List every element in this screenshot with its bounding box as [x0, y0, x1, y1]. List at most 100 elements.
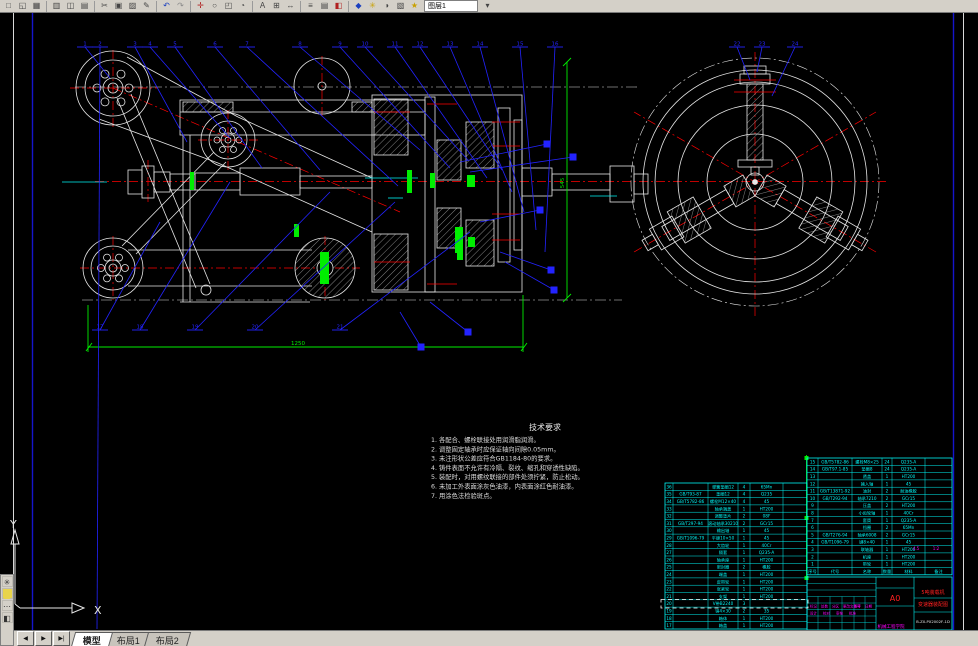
balloon-number[interactable]: 2 — [98, 42, 102, 48]
bom-cell[interactable]: 挡圈 — [863, 524, 871, 531]
bom-cell[interactable]: 25 — [666, 565, 672, 570]
bom-cell[interactable]: 压盖 — [863, 502, 871, 509]
bom-cell[interactable]: 08F — [763, 514, 771, 519]
balloon-number[interactable]: 15 — [517, 42, 524, 48]
bom-cell[interactable]: 7 — [811, 518, 814, 523]
balloon-number[interactable]: 19 — [192, 325, 199, 331]
star-icon[interactable]: ★ — [408, 1, 421, 12]
balloon-marker[interactable] — [569, 153, 577, 161]
half-shade-icon[interactable]: ◧ — [1, 612, 13, 623]
bom-cell[interactable]: 键8×40 — [859, 539, 875, 546]
bom-cell[interactable]: 2 — [886, 496, 889, 501]
bom-cell[interactable]: HT200 — [760, 594, 774, 599]
bom-cell[interactable]: 备注 — [934, 568, 943, 575]
dimension-icon[interactable]: ↔ — [284, 1, 297, 12]
bom-cell[interactable]: 3 — [743, 601, 746, 606]
bom-cell[interactable]: 45 — [906, 540, 912, 545]
bom-cell[interactable]: 2 — [886, 503, 889, 508]
bom-cell[interactable]: 箱体 — [719, 615, 728, 622]
layer-combo[interactable]: 图层1 — [424, 0, 478, 12]
bom-cell[interactable]: 26 — [666, 557, 672, 562]
bom-cell[interactable]: 28 — [666, 543, 672, 548]
gradient-swatch-icon[interactable]: ▆ — [1, 588, 13, 599]
bom-cell[interactable]: V带B2240 — [713, 601, 734, 607]
cut-icon[interactable]: ✂ — [98, 1, 111, 12]
bom-cell[interactable]: HT200 — [902, 474, 916, 479]
bom-cell[interactable]: 油封 — [863, 488, 871, 495]
bom-cell[interactable]: 1 — [743, 550, 746, 555]
bom-cell[interactable]: 1 — [886, 481, 889, 486]
bom-cell[interactable]: 垫圈8 — [861, 466, 872, 473]
balloon-number[interactable]: 22 — [734, 42, 741, 48]
bom-cell[interactable]: 13 — [810, 474, 816, 479]
bom-cell[interactable]: 12 — [810, 481, 816, 486]
bom-cell[interactable]: 1 — [886, 554, 889, 559]
publish-icon[interactable]: ▤ — [78, 1, 91, 12]
bom-cell[interactable]: 2 — [743, 521, 746, 526]
bom-cell[interactable]: 2 — [886, 532, 889, 537]
bom-cell[interactable]: HT200 — [902, 503, 916, 508]
bom-cell[interactable]: HT200 — [760, 616, 774, 621]
bom-cell[interactable]: 小齿轮轴 — [859, 510, 876, 517]
zoom-realtime-icon[interactable]: ○ — [208, 1, 221, 12]
bom-cell[interactable]: 1 — [743, 557, 746, 562]
tab-nav-button-1[interactable]: ▶ — [35, 631, 52, 646]
bom-cell[interactable]: 1 — [811, 562, 814, 567]
bom-cell[interactable]: GB/T292-94 — [823, 496, 848, 501]
bom-cell[interactable]: Q235 — [761, 492, 773, 497]
bom-cell[interactable]: 1 — [886, 474, 889, 479]
undo-icon[interactable]: ↶ — [160, 1, 173, 12]
bom-cell[interactable]: 螺栓M8×25 — [855, 458, 879, 465]
front-view-right-arm[interactable] — [752, 170, 874, 261]
bom-cell[interactable]: 轴承7210 — [857, 495, 876, 502]
3d-views-icon[interactable]: ◆ — [352, 1, 365, 12]
bom-cell[interactable]: HT200 — [760, 579, 774, 584]
bom-cell[interactable]: 20 — [666, 601, 672, 606]
bom-cell[interactable]: 40Cr — [762, 543, 772, 548]
bom-cell[interactable]: 螺栓M12×40 — [710, 498, 736, 505]
bom-cell[interactable]: 30 — [666, 528, 672, 533]
copy-icon[interactable]: ▣ — [112, 1, 125, 12]
table-icon[interactable]: ⊞ — [270, 1, 283, 12]
bom-cell[interactable]: 轴承端盖 — [715, 505, 732, 512]
tab-nav-button-0[interactable]: ◀ — [17, 631, 34, 646]
bom-cell[interactable]: 36 — [666, 484, 672, 489]
balloon-number[interactable]: 14 — [477, 42, 484, 48]
title-block[interactable]: A0 5吨装载机变速器装配图 B-ZX-PX2002F-1D 机械工程学院 标记 处数 分区… — [806, 576, 953, 631]
bom-cell[interactable]: 9 — [811, 503, 814, 508]
bom-cell[interactable]: 1 — [743, 528, 746, 533]
layers-icon[interactable]: ≡ — [304, 1, 317, 12]
bom-cell[interactable]: 1 — [743, 616, 746, 621]
bom-cell[interactable]: HT200 — [902, 562, 916, 567]
layer-dropdown-arrow-icon[interactable]: ▾ — [481, 1, 494, 12]
bom-cell[interactable]: 2 — [886, 525, 889, 530]
bom-cell[interactable]: 8 — [811, 511, 814, 516]
dimension-value-height[interactable]: 545 — [560, 177, 566, 188]
render-icon[interactable]: ◑ — [380, 1, 393, 12]
bom-cell[interactable]: HT200 — [760, 506, 774, 511]
bom-parts-table[interactable]: 36 弹簧垫圈12 4 65Mn35 GB/T93-87 垫圈12 4 Q23534 GB/T5… — [664, 457, 953, 630]
bom-cell[interactable]: 数量 — [883, 568, 891, 575]
balloon-marker[interactable] — [543, 140, 551, 148]
bom-cell[interactable]: HT200 — [760, 557, 774, 562]
bom-cell[interactable]: 透盖 — [863, 473, 871, 480]
bom-cell[interactable]: 14 — [810, 467, 816, 472]
bom-cell[interactable]: 33 — [666, 506, 672, 511]
bom-cell[interactable]: 2 — [743, 609, 746, 614]
bom-cell[interactable]: HT200 — [760, 587, 774, 592]
pan-icon[interactable]: ✛ — [194, 1, 207, 12]
balloon-number[interactable]: 1 — [83, 42, 87, 48]
new-icon[interactable]: □ — [2, 1, 15, 12]
balloon-number[interactable]: 17 — [97, 325, 104, 331]
balloon-number[interactable]: 12 — [417, 42, 424, 48]
bom-cell[interactable]: 2 — [743, 514, 746, 519]
bom-cell[interactable]: 橡胶 — [762, 564, 770, 571]
balloon-number[interactable]: 4 — [148, 42, 152, 48]
balloon-number[interactable]: 7 — [245, 42, 249, 48]
bom-cell[interactable]: 2 — [886, 489, 889, 494]
save-icon[interactable]: ▦ — [30, 1, 43, 12]
zoom-window-icon[interactable]: ◰ — [222, 1, 235, 12]
bom-cell[interactable]: 轴承座 — [717, 556, 730, 563]
bom-cell[interactable]: 平键10×50 — [712, 535, 735, 542]
bom-cell[interactable]: 1 — [886, 562, 889, 567]
